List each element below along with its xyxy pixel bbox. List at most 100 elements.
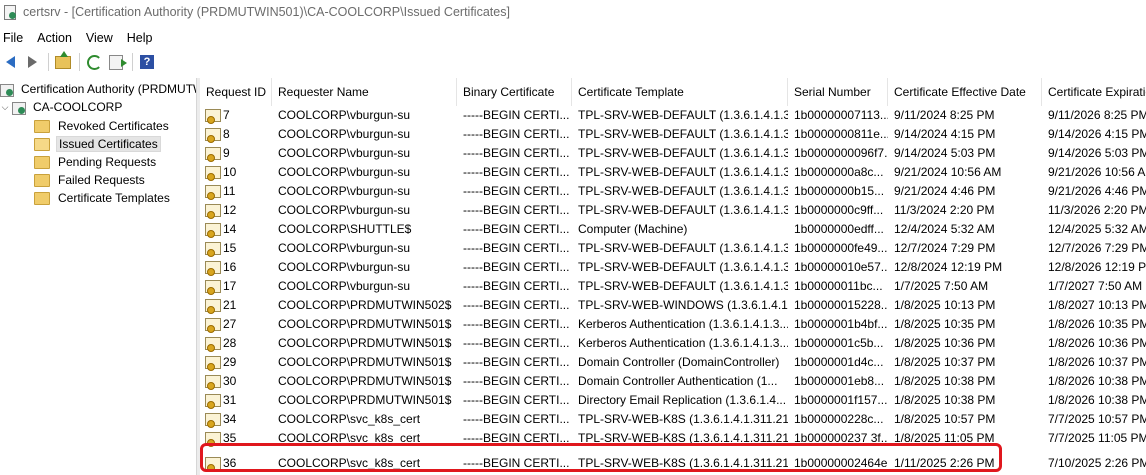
tree-item-templates[interactable]: Certificate Templates [34, 189, 172, 207]
request-id-text: 35 [223, 431, 237, 445]
column-binary-certificate[interactable]: Binary Certificate [457, 78, 572, 106]
table-row[interactable]: 15 COOLCORP\vburgun-su -----BEGIN CERTI...… [200, 239, 1146, 258]
cell-expiration-date: 1/8/2026 10:37 PM [1048, 355, 1146, 369]
certificate-icon [205, 394, 221, 409]
table-row[interactable]: 14 COOLCORP\SHUTTLE$ -----BEGIN CERTI... Co… [200, 220, 1146, 239]
help-button[interactable]: ? [137, 52, 157, 72]
up-folder-icon[interactable] [53, 50, 73, 72]
cell-request-id: 12 [200, 201, 272, 220]
certificate-icon [205, 432, 221, 447]
table-row[interactable]: 28 COOLCORP\PRDMUTWIN501$ -----BEGIN CERTI… [200, 334, 1146, 353]
cell-expiration-date: 7/10/2025 2:26 PM [1048, 456, 1146, 470]
cell-serial-number: 1b00000011bc... [794, 279, 883, 293]
cell-request-id: 8 [200, 125, 272, 144]
cell-request-id: 36 [200, 454, 272, 473]
cell-request-id: 27 [200, 315, 272, 334]
chevron-down-icon[interactable]: ⌵ [0, 102, 10, 113]
column-requester-name[interactable]: Requester Name [272, 78, 457, 106]
cell-binary-certificate: -----BEGIN CERTI... [463, 108, 570, 122]
menu-help[interactable]: Help [124, 31, 164, 45]
cell-serial-number: 1b00000010e57... [794, 260, 888, 274]
table-row[interactable]: 10 COOLCORP\vburgun-su -----BEGIN CERTI...… [200, 163, 1146, 182]
export-list-icon[interactable] [106, 52, 127, 72]
window-title: certsrv - [Certification Authority (PRDM… [23, 5, 510, 19]
column-certificate-template[interactable]: Certificate Template [572, 78, 788, 106]
table-row[interactable]: 8 COOLCORP\vburgun-su -----BEGIN CERTI... T… [200, 125, 1146, 144]
cell-requester-name: COOLCORP\PRDMUTWIN502$ [278, 298, 452, 312]
table-row[interactable]: 16 COOLCORP\vburgun-su -----BEGIN CERTI...… [200, 258, 1146, 277]
certificate-icon [205, 204, 221, 219]
table-row[interactable]: 11 COOLCORP\vburgun-su -----BEGIN CERTI...… [200, 182, 1146, 201]
tree-ca-node[interactable]: ⌵ CA-COOLCORP [0, 98, 124, 116]
back-icon[interactable] [0, 52, 20, 72]
cell-binary-certificate: -----BEGIN CERTI... [463, 393, 570, 407]
table-row[interactable]: 12 COOLCORP\vburgun-su -----BEGIN CERTI...… [200, 201, 1146, 220]
cell-serial-number: 1b00000002464e... [794, 456, 888, 470]
column-request-id[interactable]: Request ID [200, 78, 272, 106]
table-row[interactable]: 9 COOLCORP\vburgun-su -----BEGIN CERTI... T… [200, 144, 1146, 163]
cell-serial-number: 1b00000007113... [794, 108, 888, 122]
cell-effective-date: 9/21/2024 10:56 AM [894, 165, 1002, 179]
toolbar-separator [132, 53, 133, 71]
table-row[interactable]: 35 COOLCORP\svc_k8s_cert -----BEGIN CERTI.… [200, 429, 1146, 448]
ca-server-icon [12, 100, 26, 115]
folder-icon [34, 191, 50, 205]
cell-certificate-template: TPL-SRV-WEB-K8S (1.3.6.1.4.1.311.21... [578, 456, 788, 470]
request-id-text: 14 [223, 222, 237, 236]
table-row[interactable]: 29 COOLCORP\PRDMUTWIN501$ -----BEGIN CERTI… [200, 353, 1146, 372]
table-row[interactable]: 27 COOLCORP\PRDMUTWIN501$ -----BEGIN CERTI… [200, 315, 1146, 334]
forward-icon[interactable] [22, 52, 42, 72]
tree-item-revoked[interactable]: Revoked Certificates [34, 117, 171, 135]
menu-action[interactable]: Action [34, 31, 83, 45]
table-row[interactable]: 7 COOLCORP\vburgun-su -----BEGIN CERTI... T… [200, 106, 1146, 125]
cell-request-id: 34 [200, 410, 272, 429]
certificate-icon [205, 318, 221, 333]
cell-requester-name: COOLCORP\svc_k8s_cert [278, 431, 421, 445]
cell-request-id: 35 [200, 429, 272, 448]
cell-expiration-date: 9/14/2026 5:03 PM [1048, 146, 1146, 160]
column-effective-date[interactable]: Certificate Effective Date [888, 78, 1042, 106]
menu-view[interactable]: View [83, 31, 124, 45]
tree-root[interactable]: Certification Authority (PRDMUTWIN501) [0, 80, 196, 98]
cell-requester-name: COOLCORP\PRDMUTWIN501$ [278, 355, 452, 369]
cell-request-id: 14 [200, 220, 272, 239]
cell-certificate-template: TPL-SRV-WEB-DEFAULT (1.3.6.1.4.1.3... [578, 127, 788, 141]
cell-effective-date: 1/8/2025 10:35 PM [894, 317, 996, 331]
certificate-icon [205, 299, 221, 314]
cell-serial-number: 1b0000001b4bf... [794, 317, 888, 331]
column-expiration-date[interactable]: Certificate Expiration [1042, 78, 1146, 106]
cell-requester-name: COOLCORP\vburgun-su [278, 165, 411, 179]
tree-item-failed[interactable]: Failed Requests [34, 171, 147, 189]
certificate-icon [205, 413, 221, 428]
table-row[interactable]: 17 COOLCORP\vburgun-su -----BEGIN CERTI...… [200, 277, 1146, 296]
cell-expiration-date: 1/8/2027 10:13 PM [1048, 298, 1146, 312]
cell-certificate-template: TPL-SRV-WEB-DEFAULT (1.3.6.1.4.1.3... [578, 260, 788, 274]
tree-item-pending[interactable]: Pending Requests [34, 153, 158, 171]
request-id-text: 11 [223, 184, 236, 198]
folder-icon [34, 155, 50, 169]
table-row[interactable]: 31 COOLCORP\PRDMUTWIN501$ -----BEGIN CERTI… [200, 391, 1146, 410]
refresh-icon[interactable] [84, 52, 104, 72]
cell-binary-certificate: -----BEGIN CERTI... [463, 222, 570, 236]
menu-file[interactable]: File [0, 31, 34, 45]
table-row[interactable]: 36 COOLCORP\svc_k8s_cert -----BEGIN CERTI.… [200, 454, 1146, 473]
table-row[interactable]: 21 COOLCORP\PRDMUTWIN502$ -----BEGIN CERTI… [200, 296, 1146, 315]
cell-requester-name: COOLCORP\vburgun-su [278, 108, 411, 122]
cell-certificate-template: TPL-SRV-WEB-K8S (1.3.6.1.4.1.311.21... [578, 431, 788, 445]
request-id-text: 9 [223, 146, 230, 160]
request-id-text: 29 [223, 355, 237, 369]
tree-item-issued[interactable]: Issued Certificates [34, 135, 161, 153]
table-row[interactable]: 30 COOLCORP\PRDMUTWIN501$ -----BEGIN CERTI… [200, 372, 1146, 391]
cell-expiration-date: 1/8/2026 10:35 PM [1048, 317, 1146, 331]
cell-binary-certificate: -----BEGIN CERTI... [463, 127, 570, 141]
cell-binary-certificate: -----BEGIN CERTI... [463, 431, 570, 445]
list-header: Request ID Requester Name Binary Certifi… [200, 78, 1146, 106]
table-row[interactable]: 34 COOLCORP\svc_k8s_cert -----BEGIN CERTI.… [200, 410, 1146, 429]
column-serial-number[interactable]: Serial Number [788, 78, 888, 106]
cell-effective-date: 9/11/2024 8:25 PM [894, 108, 995, 122]
toolbar-separator [79, 53, 80, 71]
request-id-text: 10 [223, 165, 237, 179]
cell-expiration-date: 12/4/2025 5:32 AM [1048, 222, 1146, 236]
request-id-text: 27 [223, 317, 237, 331]
tree-item-label: Certificate Templates [58, 191, 170, 205]
